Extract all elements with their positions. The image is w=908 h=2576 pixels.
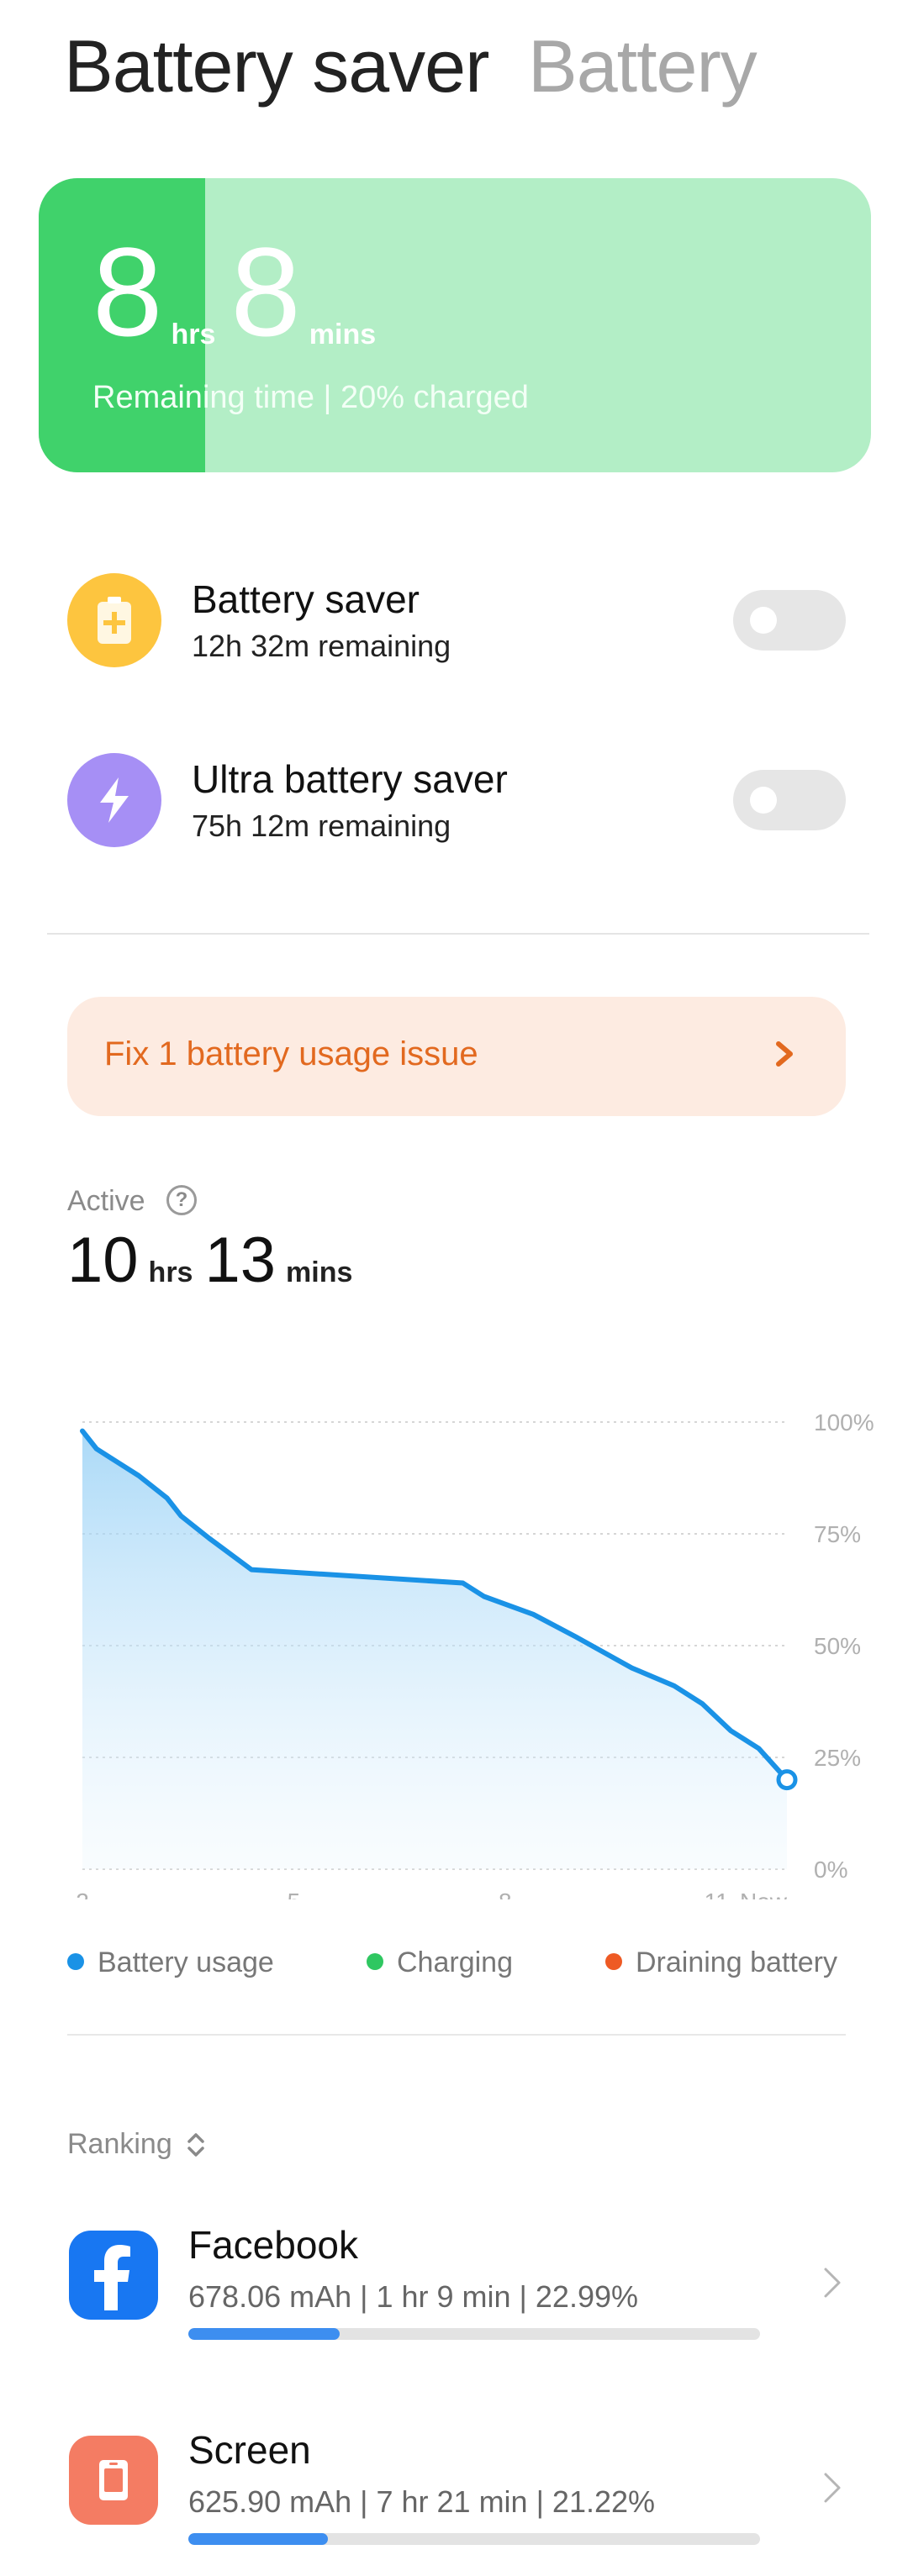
battery-saver-title: Battery saver xyxy=(192,577,420,621)
legend-item-battery-usage: Battery usage xyxy=(67,1946,274,1979)
y-tick-label: 50% xyxy=(814,1633,861,1659)
section-divider xyxy=(67,2034,846,2036)
battery-saver-subtitle: 12h 32m remaining xyxy=(192,629,451,663)
active-time-value: 10 hrs 13 mins xyxy=(67,1229,364,1293)
chevron-right-icon xyxy=(824,2268,841,2298)
battery-usage-area xyxy=(82,1430,787,1869)
battery-saver-toggle[interactable] xyxy=(733,590,846,651)
help-icon[interactable]: ? xyxy=(166,1185,197,1215)
sort-icon[interactable] xyxy=(185,2130,207,2160)
active-hours: 10 xyxy=(67,1225,139,1296)
y-tick-label: 25% xyxy=(814,1745,861,1771)
ultra-battery-saver-row[interactable]: Ultra battery saver 75h 12m remaining xyxy=(0,733,908,867)
toggle-knob xyxy=(750,787,777,814)
active-label: Active xyxy=(67,1185,145,1217)
active-hours-unit: hrs xyxy=(148,1256,193,1288)
x-tick-label: 5 xyxy=(288,1889,301,1899)
y-tick-label: 0% xyxy=(814,1857,847,1883)
app-usage-stats: 678.06 mAh | 1 hr 9 min | 22.99% xyxy=(188,2279,639,2314)
legend-dot xyxy=(67,1953,84,1971)
x-tick-label: 8 xyxy=(499,1889,512,1899)
ultra-battery-saver-title: Ultra battery saver xyxy=(192,757,508,801)
screen-icon xyxy=(69,2436,158,2525)
remaining-minutes-unit: mins xyxy=(309,319,377,350)
remaining-time-value: 8 hrs 8 mins xyxy=(92,229,391,355)
battery-usage-chart: 100% 75% 50% 25% 0% 2 5 8 11 Now xyxy=(76,1409,874,1899)
legend-label: Charging xyxy=(397,1946,513,1978)
tab-battery-saver[interactable]: Battery saver xyxy=(64,24,489,109)
remaining-hours: 8 xyxy=(92,221,163,362)
remaining-time-card: 8 hrs 8 mins Remaining time | 20% charged xyxy=(39,178,871,472)
usage-bar-fill xyxy=(188,2533,328,2545)
app-name: Screen xyxy=(188,2428,311,2472)
x-tick-label: Now xyxy=(740,1889,788,1899)
tab-battery[interactable]: Battery xyxy=(528,24,758,109)
x-tick-label: 2 xyxy=(76,1889,89,1899)
usage-bar xyxy=(188,2328,760,2340)
fix-battery-issue-banner[interactable]: Fix 1 battery usage issue xyxy=(67,997,846,1116)
app-name: Facebook xyxy=(188,2223,359,2267)
chevron-right-icon xyxy=(824,2473,841,2503)
remaining-time-subtitle: Remaining time | 20% charged xyxy=(92,380,529,415)
toggle-knob xyxy=(750,607,777,634)
active-minutes: 13 xyxy=(204,1225,277,1296)
chevron-right-icon xyxy=(776,1041,793,1067)
legend-dot xyxy=(605,1953,622,1971)
app-row-screen[interactable]: Screen 625.90 mAh | 7 hr 21 min | 21.22% xyxy=(0,2407,908,2575)
usage-bar xyxy=(188,2533,760,2545)
legend-item-charging: Charging xyxy=(367,1946,513,1979)
facebook-icon xyxy=(69,2231,158,2320)
ultra-battery-saver-subtitle: 75h 12m remaining xyxy=(192,809,451,843)
legend-label: Draining battery xyxy=(636,1946,838,1978)
usage-bar-fill xyxy=(188,2328,340,2340)
current-level-marker xyxy=(776,1769,798,1791)
remaining-hours-unit: hrs xyxy=(171,319,216,350)
y-tick-label: 75% xyxy=(814,1521,861,1547)
x-tick-label: 11 xyxy=(705,1889,729,1899)
ranking-label[interactable]: Ranking xyxy=(67,2128,172,2161)
remaining-minutes: 8 xyxy=(230,221,301,362)
section-divider xyxy=(47,933,869,935)
fix-battery-issue-text: Fix 1 battery usage issue xyxy=(104,1035,478,1072)
battery-saver-row[interactable]: Battery saver 12h 32m remaining xyxy=(0,553,908,687)
legend-dot xyxy=(367,1953,383,1971)
lightning-icon xyxy=(67,753,161,847)
ultra-battery-saver-toggle[interactable] xyxy=(733,770,846,830)
app-row-facebook[interactable]: Facebook 678.06 mAh | 1 hr 9 min | 22.99… xyxy=(0,2202,908,2370)
battery-plus-icon xyxy=(67,573,161,667)
legend-label: Battery usage xyxy=(98,1946,274,1978)
legend-item-draining-battery: Draining battery xyxy=(605,1946,837,1979)
active-minutes-unit: mins xyxy=(286,1256,353,1288)
y-tick-label: 100% xyxy=(814,1409,874,1436)
app-usage-stats: 625.90 mAh | 7 hr 21 min | 21.22% xyxy=(188,2484,656,2519)
